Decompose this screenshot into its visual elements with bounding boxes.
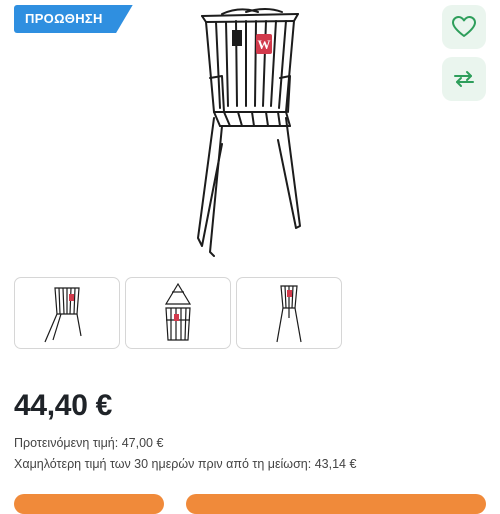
product-main-image[interactable]: W bbox=[150, 0, 350, 262]
add-to-cart-button[interactable] bbox=[186, 494, 486, 514]
quantity-control[interactable] bbox=[14, 494, 164, 514]
thumbnail-3-image bbox=[276, 285, 302, 343]
thumbnail-gallery bbox=[14, 277, 342, 349]
compare-button[interactable] bbox=[442, 57, 486, 101]
thumbnail-2[interactable] bbox=[125, 277, 231, 349]
promo-badge-label: ΠΡΟΩΘΗΣΗ bbox=[25, 11, 103, 26]
promo-badge: ΠΡΟΩΘΗΣΗ bbox=[14, 5, 133, 33]
thumbnail-3[interactable] bbox=[236, 277, 342, 349]
svg-text:W: W bbox=[258, 37, 271, 52]
product-price: 44,40 € bbox=[14, 389, 112, 422]
thumbnail-2-image bbox=[164, 282, 192, 341]
ball-basket-illustration: W bbox=[197, 8, 301, 257]
lowest-price-label: Χαμηλότερη τιμή των 30 ημερών πριν από τ… bbox=[14, 457, 312, 471]
recommended-price-label: Προτεινόμενη τιμή: bbox=[14, 436, 119, 450]
lowest-price-30-days: Χαμηλότερη τιμή των 30 ημερών πριν από τ… bbox=[14, 457, 356, 471]
wishlist-button[interactable] bbox=[442, 5, 486, 49]
recommended-price-value: 47,00 € bbox=[121, 436, 164, 450]
compare-arrows-icon bbox=[454, 71, 474, 87]
thumbnail-1-image bbox=[44, 287, 82, 343]
lowest-price-value: 43,14 € bbox=[314, 457, 357, 471]
thumbnail-1[interactable] bbox=[14, 277, 120, 349]
recommended-price: Προτεινόμενη τιμή: 47,00 € bbox=[14, 436, 163, 450]
heart-icon bbox=[452, 16, 476, 37]
